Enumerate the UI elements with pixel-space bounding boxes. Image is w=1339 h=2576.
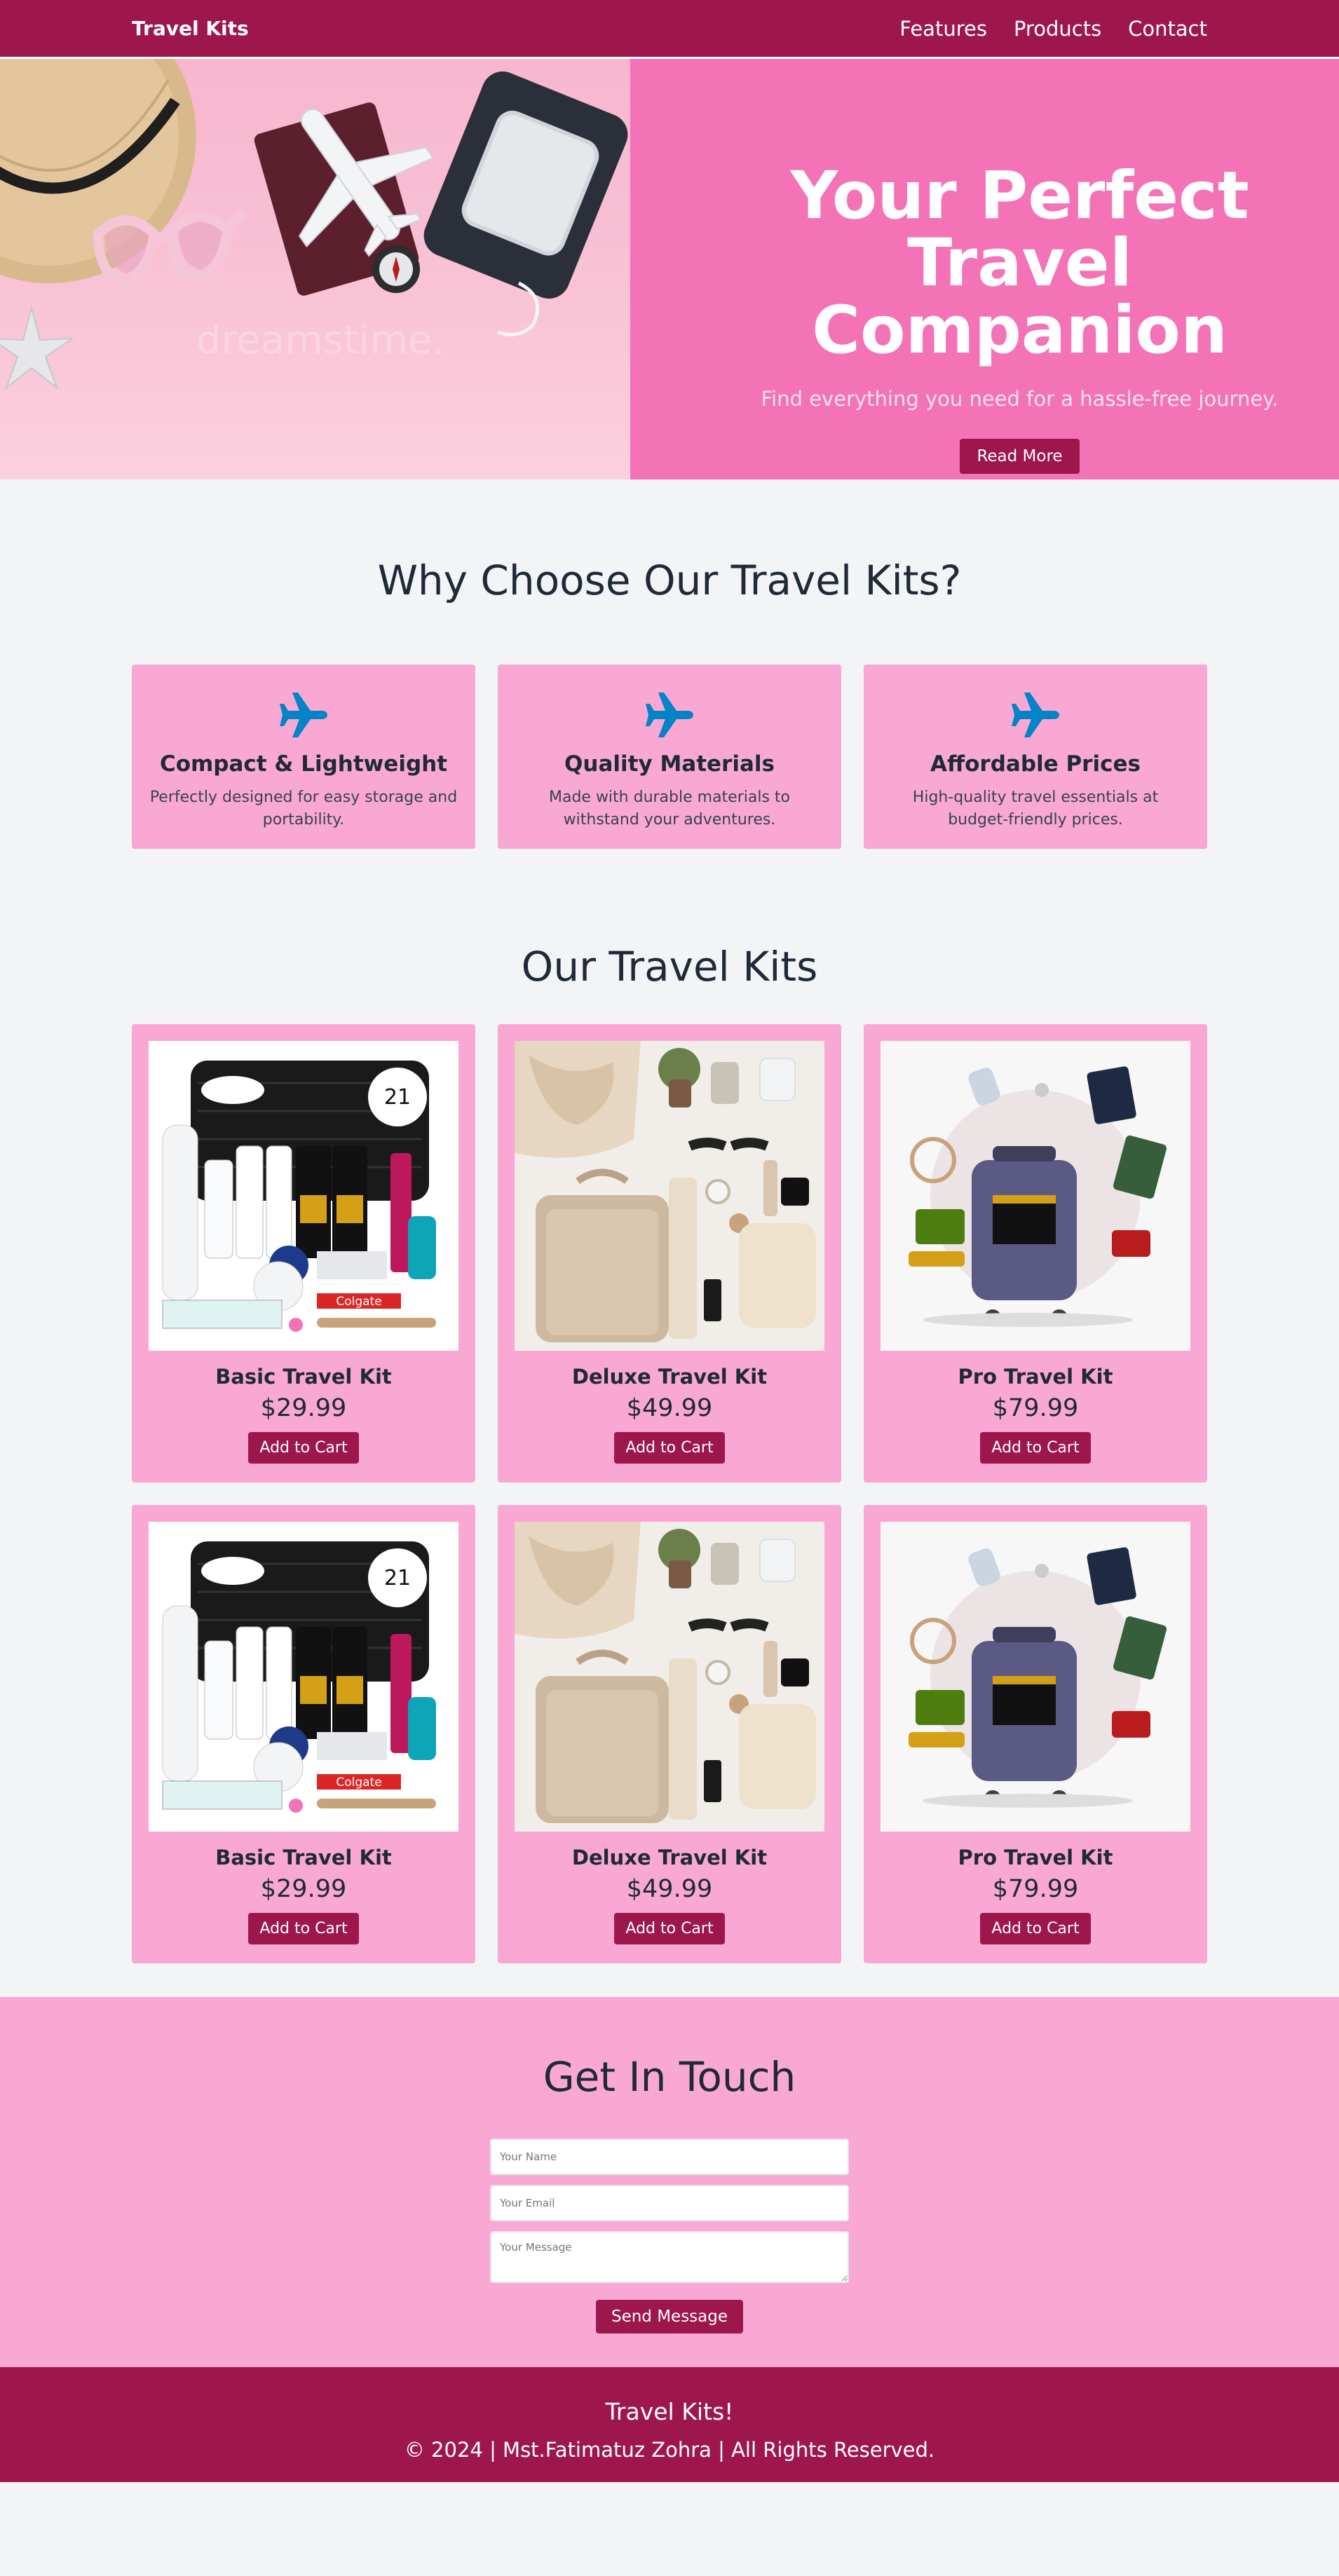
product-price: $79.99 bbox=[992, 1875, 1079, 1903]
footer-title: Travel Kits! bbox=[605, 2398, 734, 2425]
svg-text:21: 21 bbox=[384, 1566, 411, 1590]
brand-logo[interactable]: Travel Kits bbox=[132, 17, 249, 40]
feature-title: Quality Materials bbox=[564, 751, 775, 777]
read-more-button[interactable]: Read More bbox=[960, 439, 1080, 474]
products-title: Our Travel Kits bbox=[521, 943, 818, 990]
airplane-icon bbox=[1012, 693, 1059, 737]
nav-link-contact[interactable]: Contact bbox=[1128, 17, 1207, 41]
product-card: 21 Colgate Basic Travel Kit $29.99 Add t… bbox=[132, 1024, 475, 1483]
svg-text:Colgate: Colgate bbox=[336, 1776, 381, 1790]
send-message-button[interactable]: Send Message bbox=[595, 2300, 744, 2333]
product-price: $79.99 bbox=[992, 1394, 1079, 1422]
watermark-text: dreamstime. bbox=[196, 318, 444, 363]
hero-section: dreamstime. Your Perfect Travel Companio… bbox=[0, 59, 1339, 479]
message-textarea[interactable] bbox=[490, 2231, 849, 2283]
feature-description: Perfectly designed for easy storage and … bbox=[149, 789, 458, 829]
feature-title: Affordable Prices bbox=[930, 751, 1141, 777]
feature-title: Compact & Lightweight bbox=[159, 751, 448, 777]
product-card: Pro Travel Kit $79.99 Add to Cart bbox=[864, 1024, 1207, 1483]
product-image-basic: 21 Colgate bbox=[149, 1041, 458, 1351]
email-input[interactable] bbox=[490, 2185, 849, 2221]
airplane-icon bbox=[280, 693, 327, 737]
product-price: $49.99 bbox=[626, 1394, 713, 1422]
name-input[interactable] bbox=[490, 2139, 849, 2175]
product-name: Deluxe Travel Kit bbox=[571, 1846, 768, 1869]
features-section: Why Choose Our Travel Kits? Compact & Li… bbox=[0, 479, 1339, 926]
feature-description: High-quality travel essentials at budget… bbox=[912, 789, 1159, 829]
footer-copyright: © 2024 | Mst.Fatimatuz Zohra | All Right… bbox=[404, 2438, 935, 2462]
product-name: Pro Travel Kit bbox=[958, 1365, 1113, 1389]
products-section: Our Travel Kits 21 Colgate Basic Travel … bbox=[0, 926, 1339, 1997]
product-name: Pro Travel Kit bbox=[958, 1846, 1113, 1869]
hero-title-line2: Travel Companion bbox=[812, 225, 1228, 369]
hero-image: dreamstime. bbox=[0, 59, 630, 479]
product-name: Deluxe Travel Kit bbox=[571, 1365, 768, 1389]
product-image-pro bbox=[881, 1041, 1190, 1351]
product-card: Deluxe Travel Kit $49.99 Add to Cart bbox=[498, 1024, 841, 1483]
svg-text:Colgate: Colgate bbox=[336, 1295, 381, 1309]
product-image-deluxe bbox=[515, 1522, 824, 1832]
feature-card: Affordable Prices High-quality travel es… bbox=[864, 665, 1207, 849]
add-to-cart-button[interactable]: Add to Cart bbox=[248, 1432, 359, 1464]
svg-text:21: 21 bbox=[384, 1085, 411, 1110]
product-image-pro bbox=[881, 1522, 1190, 1832]
footer: Travel Kits! © 2024 | Mst.Fatimatuz Zohr… bbox=[0, 2367, 1339, 2482]
product-image-deluxe bbox=[515, 1041, 824, 1351]
add-to-cart-button[interactable]: Add to Cart bbox=[614, 1913, 725, 1944]
product-image-basic: 21 Colgate bbox=[149, 1522, 458, 1832]
hero-title-line1: Your Perfect bbox=[790, 158, 1249, 234]
product-name: Basic Travel Kit bbox=[215, 1846, 392, 1869]
contact-section: Get In Touch Send Message bbox=[0, 1997, 1339, 2367]
airplane-icon bbox=[646, 693, 693, 737]
nav-links: Features Products Contact bbox=[899, 17, 1207, 41]
product-card: Pro Travel Kit $79.99 Add to Cart bbox=[864, 1505, 1207, 1963]
feature-card: Compact & Lightweight Perfectly designed… bbox=[132, 665, 475, 849]
products-grid: 21 Colgate Basic Travel Kit $29.99 Add t… bbox=[132, 1024, 1207, 1963]
hero-subtitle: Find everything you need for a hassle-fr… bbox=[761, 387, 1279, 411]
feature-card: Quality Materials Made with durable mate… bbox=[498, 665, 841, 849]
hero-content: Your Perfect Travel Companion Find every… bbox=[630, 59, 1339, 479]
top-navbar: Travel Kits Features Products Contact bbox=[0, 0, 1339, 59]
nav-link-products[interactable]: Products bbox=[1014, 17, 1101, 41]
features-title: Why Choose Our Travel Kits? bbox=[377, 557, 962, 604]
product-price: $29.99 bbox=[260, 1394, 347, 1422]
product-card: Deluxe Travel Kit $49.99 Add to Cart bbox=[498, 1505, 841, 1963]
feature-description: Made with durable materials to withstand… bbox=[548, 789, 791, 829]
product-card: 21 Colgate Basic Travel Kit $29.99 Add t… bbox=[132, 1505, 475, 1963]
add-to-cart-button[interactable]: Add to Cart bbox=[248, 1913, 359, 1944]
features-grid: Compact & Lightweight Perfectly designed… bbox=[132, 665, 1207, 849]
hero-title: Your Perfect Travel Companion bbox=[705, 163, 1335, 364]
add-to-cart-button[interactable]: Add to Cart bbox=[980, 1913, 1091, 1944]
product-price: $29.99 bbox=[260, 1875, 347, 1903]
product-name: Basic Travel Kit bbox=[215, 1365, 392, 1389]
product-price: $49.99 bbox=[626, 1875, 713, 1903]
contact-title: Get In Touch bbox=[543, 2053, 796, 2101]
add-to-cart-button[interactable]: Add to Cart bbox=[980, 1432, 1091, 1464]
contact-form: Send Message bbox=[490, 2139, 849, 2333]
add-to-cart-button[interactable]: Add to Cart bbox=[614, 1432, 725, 1464]
nav-link-features[interactable]: Features bbox=[899, 17, 987, 41]
